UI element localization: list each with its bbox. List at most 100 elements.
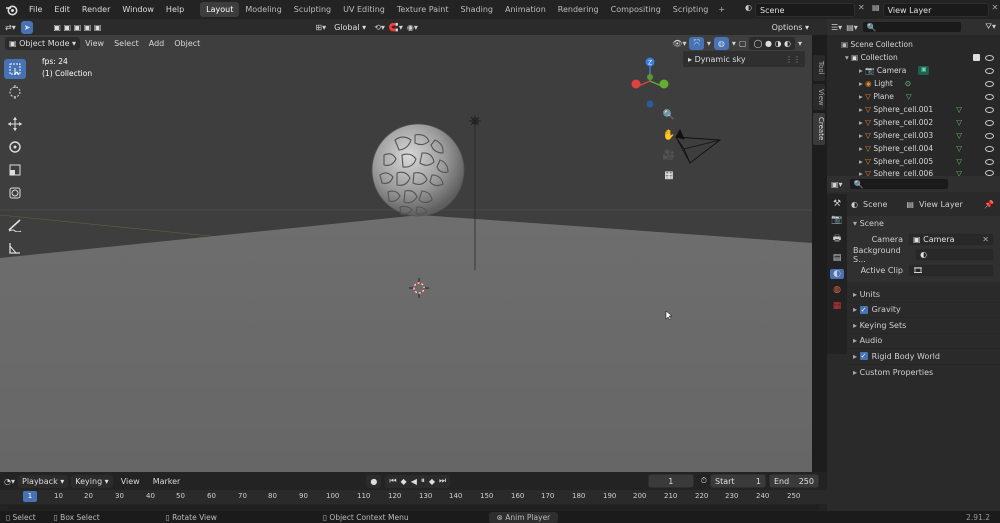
camera-field[interactable]: ▣ Camera ✕ [908,232,994,246]
visibility-eye-icon[interactable] [985,54,994,61]
menu-help[interactable]: Help [160,5,190,14]
tab-uv-editing[interactable]: UV Editing [337,2,391,17]
filter-icon[interactable]: ⛛▾ [985,22,996,32]
transform-orientation-icon[interactable]: ⊞▾ [315,23,326,32]
tab-sculpting[interactable]: Sculpting [288,2,337,17]
visibility-eye-icon[interactable] [985,158,994,165]
panel-rigid-body-world[interactable]: ▸ ✓ Rigid Body World [847,349,1000,365]
mesh-data-icon[interactable]: ▽ [956,157,962,166]
scene-panel-header[interactable]: ▾ Scene [847,216,1000,232]
current-frame-field[interactable]: 1 [647,474,694,488]
outliner-row-sphere-cell[interactable]: ▸ ▽ Sphere_cell.003 ▽ [827,129,1000,142]
tab-tool[interactable]: Tool [813,55,825,81]
outliner-row-plane[interactable]: ▸ ▽ Plane ▽ [827,90,1000,103]
close-icon[interactable]: ✕ [982,235,989,244]
outliner-row-sphere-cell[interactable]: ▸ ▽ Sphere_cell.004 ▽ [827,142,1000,155]
close-icon[interactable]: ⊗ [497,512,506,523]
view-layer-props-icon[interactable]: ▤ [833,253,842,263]
visibility-eye-icon[interactable] [985,145,994,152]
layers-icon[interactable]: ▤ [872,3,880,17]
world-props-icon[interactable]: ◍ [833,285,841,295]
visibility-eye-icon[interactable] [985,80,994,87]
pivot-icon[interactable]: ⟲▾ [374,23,385,32]
menu-render[interactable]: Render [76,5,116,14]
blender-logo-icon[interactable] [4,3,18,17]
tab-create[interactable]: Create [813,113,825,145]
active-clip-field[interactable]: 🎞 [908,263,994,277]
tab-view[interactable]: View [813,84,825,110]
close-icon[interactable]: ✕ [858,3,865,17]
outliner-row-sphere-cell[interactable]: ▸ ▽ Sphere_cell.002 ▽ [827,116,1000,129]
keying-menu[interactable]: Keying ▾ [71,474,113,488]
playback-controls[interactable]: ⏮ ◆ ◀ ⏸ ◆ ⏭ [385,474,451,488]
menu-file[interactable]: File [23,5,48,14]
outliner-editor-icon[interactable]: ☰▾ [831,23,842,32]
drag-handle-icon[interactable]: ⋮⋮ [785,55,801,64]
menu-edit[interactable]: Edit [48,5,76,14]
dynamic-sky-panel[interactable]: ▸ Dynamic sky ⋮⋮ [683,51,805,67]
mesh-data-icon[interactable]: ▽ [956,105,962,114]
jump-end-icon[interactable]: ⏭ [439,476,446,486]
visibility-eye-icon[interactable] [985,93,994,100]
panel-gravity[interactable]: ▸ ✓ Gravity [847,303,1000,318]
visibility-icon[interactable]: 👁▾ [672,39,686,48]
end-frame-field[interactable]: End 250 [769,474,819,488]
timeline-scrollbar[interactable] [8,505,819,510]
pause-icon[interactable]: ⏸ [421,476,425,486]
tab-modeling[interactable]: Modeling [239,2,287,17]
snap-icon[interactable]: 🧲▾ [389,23,403,32]
scene-props-icon[interactable]: ◐ [830,269,844,279]
outliner-row-sphere-cell[interactable]: ▸ ▽ Sphere_cell.005 ▽ [827,155,1000,168]
outliner-row-scene-collection[interactable]: ▣ Scene Collection [827,38,1000,51]
panel-audio[interactable]: ▸ Audio [847,334,1000,349]
tab-shading[interactable]: Shading [454,2,499,17]
editor-type-icon[interactable]: ⇄▾ [0,21,21,34]
record-icon[interactable]: ● [366,474,382,488]
mode-dropdown[interactable]: ▣ Object Mode ▾ [5,36,81,50]
panel-keying-sets[interactable]: ▸ Keying Sets [847,318,1000,334]
rigid-body-checkbox[interactable]: ✓ [859,352,868,361]
mesh-data-icon[interactable]: ▽ [906,92,912,101]
selection-mode-icons[interactable]: ▣ ▣ ▣ ▣ ▣ [49,20,106,34]
scene-field[interactable]: Scene [754,3,855,17]
menu-view[interactable]: View [80,37,109,50]
transform-orientation-dropdown[interactable]: Global ▾ [330,20,371,34]
visibility-eye-icon[interactable] [985,67,994,74]
scale-tool-icon[interactable] [4,160,26,180]
gizmo-toggle-icon[interactable]: ⤧ [689,36,704,50]
tab-animation[interactable]: Animation [499,2,552,17]
prev-keyframe-icon[interactable]: ◆ [401,477,407,486]
background-scene-field[interactable]: ◐ [915,248,994,262]
xray-icon[interactable]: ▢ [739,39,747,48]
playhead[interactable]: 1 [23,491,37,502]
stopwatch-icon[interactable]: ⏱ [701,476,707,486]
texture-props-icon[interactable]: ▦ [833,301,842,311]
measure-tool-icon[interactable] [4,238,26,258]
shading-mode-icons[interactable]: ◯ ● ◑ ◐ [749,36,795,50]
panel-custom-properties[interactable]: ▸ Custom Properties [847,365,1000,381]
scene-icon[interactable]: ◐ [745,3,752,17]
ortho-grid-icon[interactable]: ▦ [659,170,679,190]
tool-props-icon[interactable]: ⚒ [833,199,841,209]
visibility-eye-icon[interactable] [985,119,994,126]
gravity-checkbox[interactable]: ✓ [859,305,868,314]
select-tool-icon[interactable]: ➤ [20,20,34,34]
visibility-eye-icon[interactable] [985,106,994,113]
outliner-row-collection[interactable]: ▾ ▣ Collection [827,51,1000,64]
menu-marker[interactable]: Marker [148,475,186,488]
move-tool-icon[interactable] [4,114,26,134]
close-icon[interactable]: ✕ [992,3,999,17]
mesh-data-icon[interactable]: ▽ [956,131,962,140]
select-box-tool-icon[interactable] [4,59,26,79]
overlay-toggle-icon[interactable]: ◍ [713,36,729,50]
proportional-edit-icon[interactable]: ◉▾ [407,23,418,32]
camera-view-icon[interactable]: 🎥 [659,150,679,170]
start-frame-field[interactable]: Start 1 [710,474,766,488]
add-workspace-icon[interactable]: + [714,5,729,14]
menu-view[interactable]: View [116,475,145,488]
timeline-editor-icon[interactable]: ◔▾ [4,477,15,486]
next-keyframe-icon[interactable]: ◆ [429,477,435,486]
camera-data-icon[interactable]: ▣ [918,66,930,75]
menu-select[interactable]: Select [109,37,144,50]
properties-editor-icon[interactable]: ▣▾ [831,180,843,189]
